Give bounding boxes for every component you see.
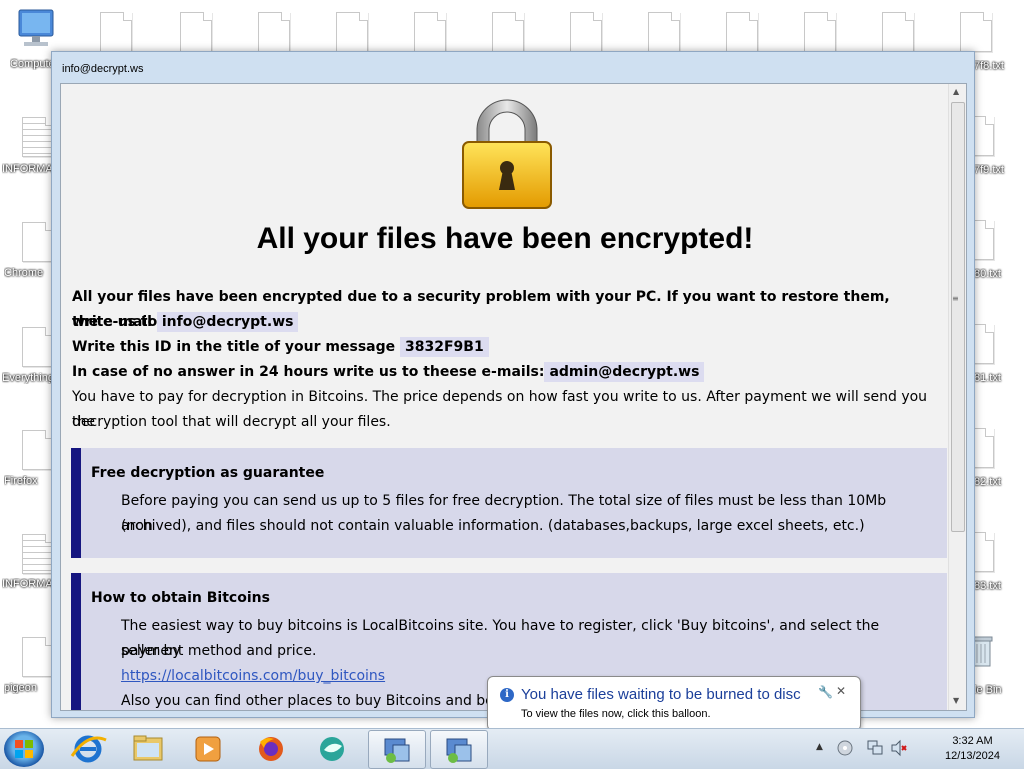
program-icon <box>384 738 410 763</box>
file-icon <box>22 222 54 262</box>
windows-logo-icon <box>15 740 33 758</box>
scroll-up-icon[interactable]: ▲ <box>953 87 959 96</box>
volume-muted-icon[interactable] <box>890 739 908 757</box>
grip-icon: ≡ <box>952 294 959 303</box>
text-file-icon <box>22 117 54 157</box>
network-icon[interactable] <box>866 739 884 757</box>
desktop-file-icon[interactable] <box>258 12 290 52</box>
desktop-file-icon[interactable] <box>414 12 446 52</box>
balloon-title: You have files waiting to be burned to d… <box>521 686 801 703</box>
desktop-icon-label: 81.txt <box>974 372 1001 384</box>
firefox-icon <box>259 737 283 761</box>
desktop-file-icon[interactable] <box>804 12 836 52</box>
desktop-file-icon[interactable] <box>336 12 368 52</box>
window-titlebar[interactable]: info@decrypt.ws <box>52 52 974 82</box>
taskbar-file-explorer[interactable] <box>120 730 176 767</box>
desktop-icon-label: 7f8.txt <box>974 60 1004 72</box>
desktop-icon-label: 7f9.txt <box>974 164 1004 176</box>
start-button[interactable] <box>4 731 44 767</box>
desktop-icon-label: 83.txt <box>974 580 1001 592</box>
burn-disc-tray-icon[interactable] <box>836 739 854 757</box>
clock-time: 3:32 AM <box>952 735 993 747</box>
email-line: the e-mail info@decrypt.ws <box>72 310 932 335</box>
backup-email[interactable]: admin@decrypt.ws <box>544 362 705 382</box>
desktop-file-icon[interactable] <box>570 12 602 52</box>
ransom-note-window[interactable]: info@decrypt.ws All your files have been… <box>51 51 975 718</box>
desktop-file-icon[interactable] <box>100 12 132 52</box>
taskbar: ▲ 3:32 AM 12/13/2024 <box>0 728 1024 769</box>
taskbar-internet-explorer[interactable] <box>60 730 116 767</box>
browser-app-icon <box>320 737 344 761</box>
vertical-scrollbar[interactable]: ▲ ≡ ▼ <box>948 84 966 710</box>
window-content: All your files have been encrypted! All … <box>60 83 967 711</box>
taskbar-task-2[interactable] <box>430 730 488 769</box>
box-text-2: archived), and files should not contain … <box>121 518 865 534</box>
program-icon <box>446 738 472 763</box>
padlock-icon <box>462 99 552 209</box>
file-icon <box>22 637 54 677</box>
desktop-icon-label: INFORMATION how... <box>2 578 52 590</box>
internet-explorer-icon <box>70 735 107 763</box>
burn-disc-balloon[interactable]: i You have files waiting to be burned to… <box>487 676 861 739</box>
computer-icon <box>18 9 54 46</box>
desktop-icon-label: le Bin <box>974 684 1002 696</box>
desktop-file-icon[interactable] <box>960 12 992 52</box>
id-label: Write this ID in the title of your messa… <box>72 339 396 355</box>
close-icon[interactable]: ✕ <box>836 684 846 698</box>
system-clock[interactable]: 3:32 AM 12/13/2024 <box>935 734 1010 764</box>
desktop-file-icon[interactable] <box>726 12 758 52</box>
window-title: info@decrypt.ws <box>62 63 144 75</box>
text-file-icon <box>22 534 54 574</box>
taskbar-media-player[interactable] <box>180 730 236 767</box>
scroll-down-icon[interactable]: ▼ <box>953 696 959 705</box>
info-icon: i <box>500 688 514 702</box>
taskbar-firefox[interactable] <box>242 730 298 767</box>
victim-id[interactable]: 3832F9B1 <box>400 337 489 357</box>
desktop-file-icon[interactable] <box>492 12 524 52</box>
balloon-text: To view the files now, click this balloo… <box>521 708 711 720</box>
file-icon <box>22 430 54 470</box>
scrollbar-thumb[interactable] <box>951 102 965 532</box>
payment-line-2: decryption tool that will decrypt all yo… <box>72 414 391 430</box>
options-icon[interactable]: 🔧 <box>818 685 833 699</box>
box-title: Free decryption as guarantee <box>91 465 325 481</box>
file-icon <box>22 327 54 367</box>
desktop-icon-label: Firefox <box>4 475 38 487</box>
headline: All your files have been encrypted! <box>256 222 754 255</box>
email-prefix: the e-mail <box>72 314 152 330</box>
backup-label: In case of no answer in 24 hours write u… <box>72 364 545 380</box>
folder-icon <box>133 735 163 761</box>
box-title: How to obtain Bitcoins <box>91 590 270 606</box>
desktop-icon-label: pigeon <box>4 682 38 694</box>
free-decryption-box: Free decryption as guarantee Before payi… <box>71 448 947 558</box>
taskbar-task-1[interactable] <box>368 730 426 769</box>
id-line: Write this ID in the title of your messa… <box>72 335 932 360</box>
desktop-icon-label: 82.txt <box>974 476 1001 488</box>
tray-expand-icon[interactable]: ▲ <box>816 742 823 752</box>
backup-line: In case of no answer in 24 hours write u… <box>72 360 932 385</box>
desktop-file-icon[interactable] <box>180 12 212 52</box>
desktop-icon-label: INFORMATION how... <box>2 163 52 175</box>
desktop-icon-label: 80.txt <box>974 268 1001 280</box>
localbitcoins-link[interactable]: https://localbitcoins.com/buy_bitcoins <box>121 668 385 684</box>
taskbar-browser-app[interactable] <box>304 730 360 767</box>
desktop-icon-label: Chrome <box>4 267 44 279</box>
media-player-icon <box>195 736 221 762</box>
box-text-2: payment method and price. <box>121 643 317 659</box>
contact-email[interactable]: info@decrypt.ws <box>156 312 299 332</box>
desktop-icon-label: Everything <box>2 372 52 384</box>
clock-date: 12/13/2024 <box>944 750 1001 762</box>
desktop-file-icon[interactable] <box>648 12 680 52</box>
desktop-file-icon[interactable] <box>882 12 914 52</box>
